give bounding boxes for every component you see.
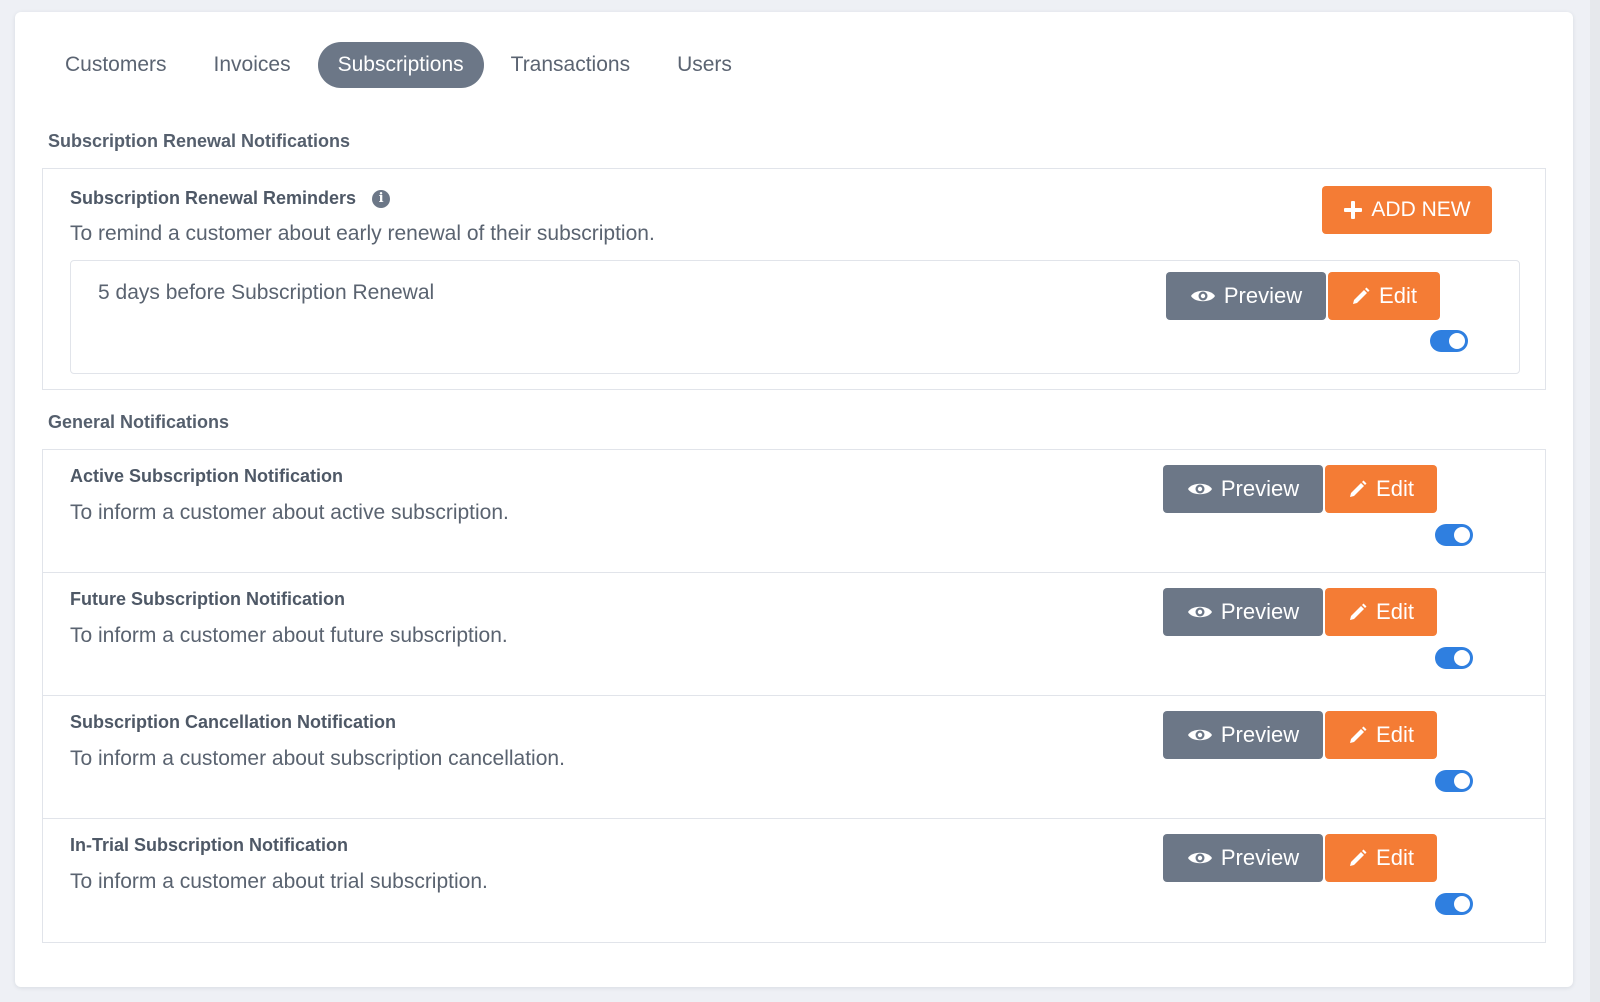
notification-toggle[interactable] bbox=[1435, 647, 1473, 669]
renewal-description: To remind a customer about early renewal… bbox=[70, 222, 655, 245]
renewal-title-text: Subscription Renewal Reminders bbox=[70, 188, 357, 208]
eye-icon bbox=[1187, 603, 1213, 621]
scrollbar-track[interactable] bbox=[1590, 0, 1600, 1002]
add-new-button[interactable]: ADD NEW bbox=[1322, 186, 1492, 234]
renewal-row: Subscription Renewal Reminders i To remi… bbox=[43, 169, 1545, 389]
renewal-group: Subscription Renewal Reminders i To remi… bbox=[42, 168, 1546, 390]
general-section-title: General Notifications bbox=[48, 412, 230, 432]
pencil-icon bbox=[1348, 602, 1368, 622]
plus-icon bbox=[1343, 200, 1363, 220]
eye-icon bbox=[1187, 726, 1213, 744]
edit-label: Edit bbox=[1376, 845, 1414, 870]
edit-label: Edit bbox=[1376, 599, 1414, 624]
renewal-reminder-item: 5 days before Subscription Renewal Previ… bbox=[70, 260, 1520, 374]
notification-toggle[interactable] bbox=[1435, 770, 1473, 792]
tab-bar: Customers Invoices Subscriptions Transac… bbox=[45, 42, 759, 88]
preview-button[interactable]: Preview bbox=[1163, 588, 1323, 636]
renewal-title: Subscription Renewal Reminders i bbox=[70, 188, 391, 209]
reminder-toggle[interactable] bbox=[1430, 330, 1468, 352]
pencil-icon bbox=[1348, 479, 1368, 499]
eye-icon bbox=[1187, 849, 1213, 867]
notification-description: To inform a customer about active subscr… bbox=[70, 501, 509, 524]
preview-button[interactable]: Preview bbox=[1163, 834, 1323, 882]
preview-button[interactable]: Preview bbox=[1163, 465, 1323, 513]
notifications-card: Customers Invoices Subscriptions Transac… bbox=[15, 12, 1573, 987]
notification-title: In-Trial Subscription Notification bbox=[70, 835, 349, 855]
pencil-icon bbox=[1348, 725, 1368, 745]
preview-label: Preview bbox=[1223, 283, 1303, 308]
pencil-icon bbox=[1348, 848, 1368, 868]
general-group: Active Subscription Notification To info… bbox=[42, 449, 1546, 943]
eye-icon bbox=[1190, 287, 1216, 305]
general-item-active: Active Subscription Notification To info… bbox=[43, 450, 1545, 573]
notification-title: Active Subscription Notification bbox=[70, 466, 344, 486]
preview-label: Preview bbox=[1220, 845, 1300, 870]
tab-customers[interactable]: Customers bbox=[45, 42, 187, 88]
notification-description: To inform a customer about trial subscri… bbox=[70, 870, 488, 893]
notification-toggle[interactable] bbox=[1435, 893, 1473, 915]
edit-label: Edit bbox=[1376, 722, 1414, 747]
info-icon[interactable]: i bbox=[372, 189, 391, 208]
edit-label: Edit bbox=[1376, 476, 1414, 501]
notification-description: To inform a customer about subscription … bbox=[70, 747, 565, 770]
notification-toggle[interactable] bbox=[1435, 524, 1473, 546]
tab-invoices[interactable]: Invoices bbox=[194, 42, 311, 88]
edit-button[interactable]: Edit bbox=[1325, 711, 1437, 759]
edit-button[interactable]: Edit bbox=[1325, 834, 1437, 882]
add-new-label: ADD NEW bbox=[1371, 198, 1471, 221]
pencil-icon bbox=[1351, 286, 1371, 306]
edit-label: Edit bbox=[1379, 283, 1417, 308]
tab-subscriptions[interactable]: Subscriptions bbox=[317, 42, 484, 88]
notification-title: Future Subscription Notification bbox=[70, 589, 345, 609]
reminder-edit-button[interactable]: Edit bbox=[1328, 272, 1440, 320]
reminder-preview-button[interactable]: Preview bbox=[1166, 272, 1326, 320]
edit-button[interactable]: Edit bbox=[1325, 588, 1437, 636]
tab-transactions[interactable]: Transactions bbox=[491, 42, 650, 88]
preview-button[interactable]: Preview bbox=[1163, 711, 1323, 759]
eye-icon bbox=[1187, 480, 1213, 498]
general-item-future: Future Subscription Notification To info… bbox=[43, 573, 1545, 696]
notification-description: To inform a customer about future subscr… bbox=[70, 624, 508, 647]
preview-label: Preview bbox=[1220, 476, 1300, 501]
notification-title: Subscription Cancellation Notification bbox=[70, 712, 397, 732]
renewal-section-title: Subscription Renewal Notifications bbox=[48, 131, 351, 151]
reminder-label: 5 days before Subscription Renewal bbox=[98, 281, 435, 304]
edit-button[interactable]: Edit bbox=[1325, 465, 1437, 513]
general-item-cancellation: Subscription Cancellation Notification T… bbox=[43, 696, 1545, 819]
preview-label: Preview bbox=[1220, 599, 1300, 624]
tab-users[interactable]: Users bbox=[657, 42, 752, 88]
preview-label: Preview bbox=[1220, 722, 1300, 747]
general-item-in-trial: In-Trial Subscription Notification To in… bbox=[43, 819, 1545, 942]
